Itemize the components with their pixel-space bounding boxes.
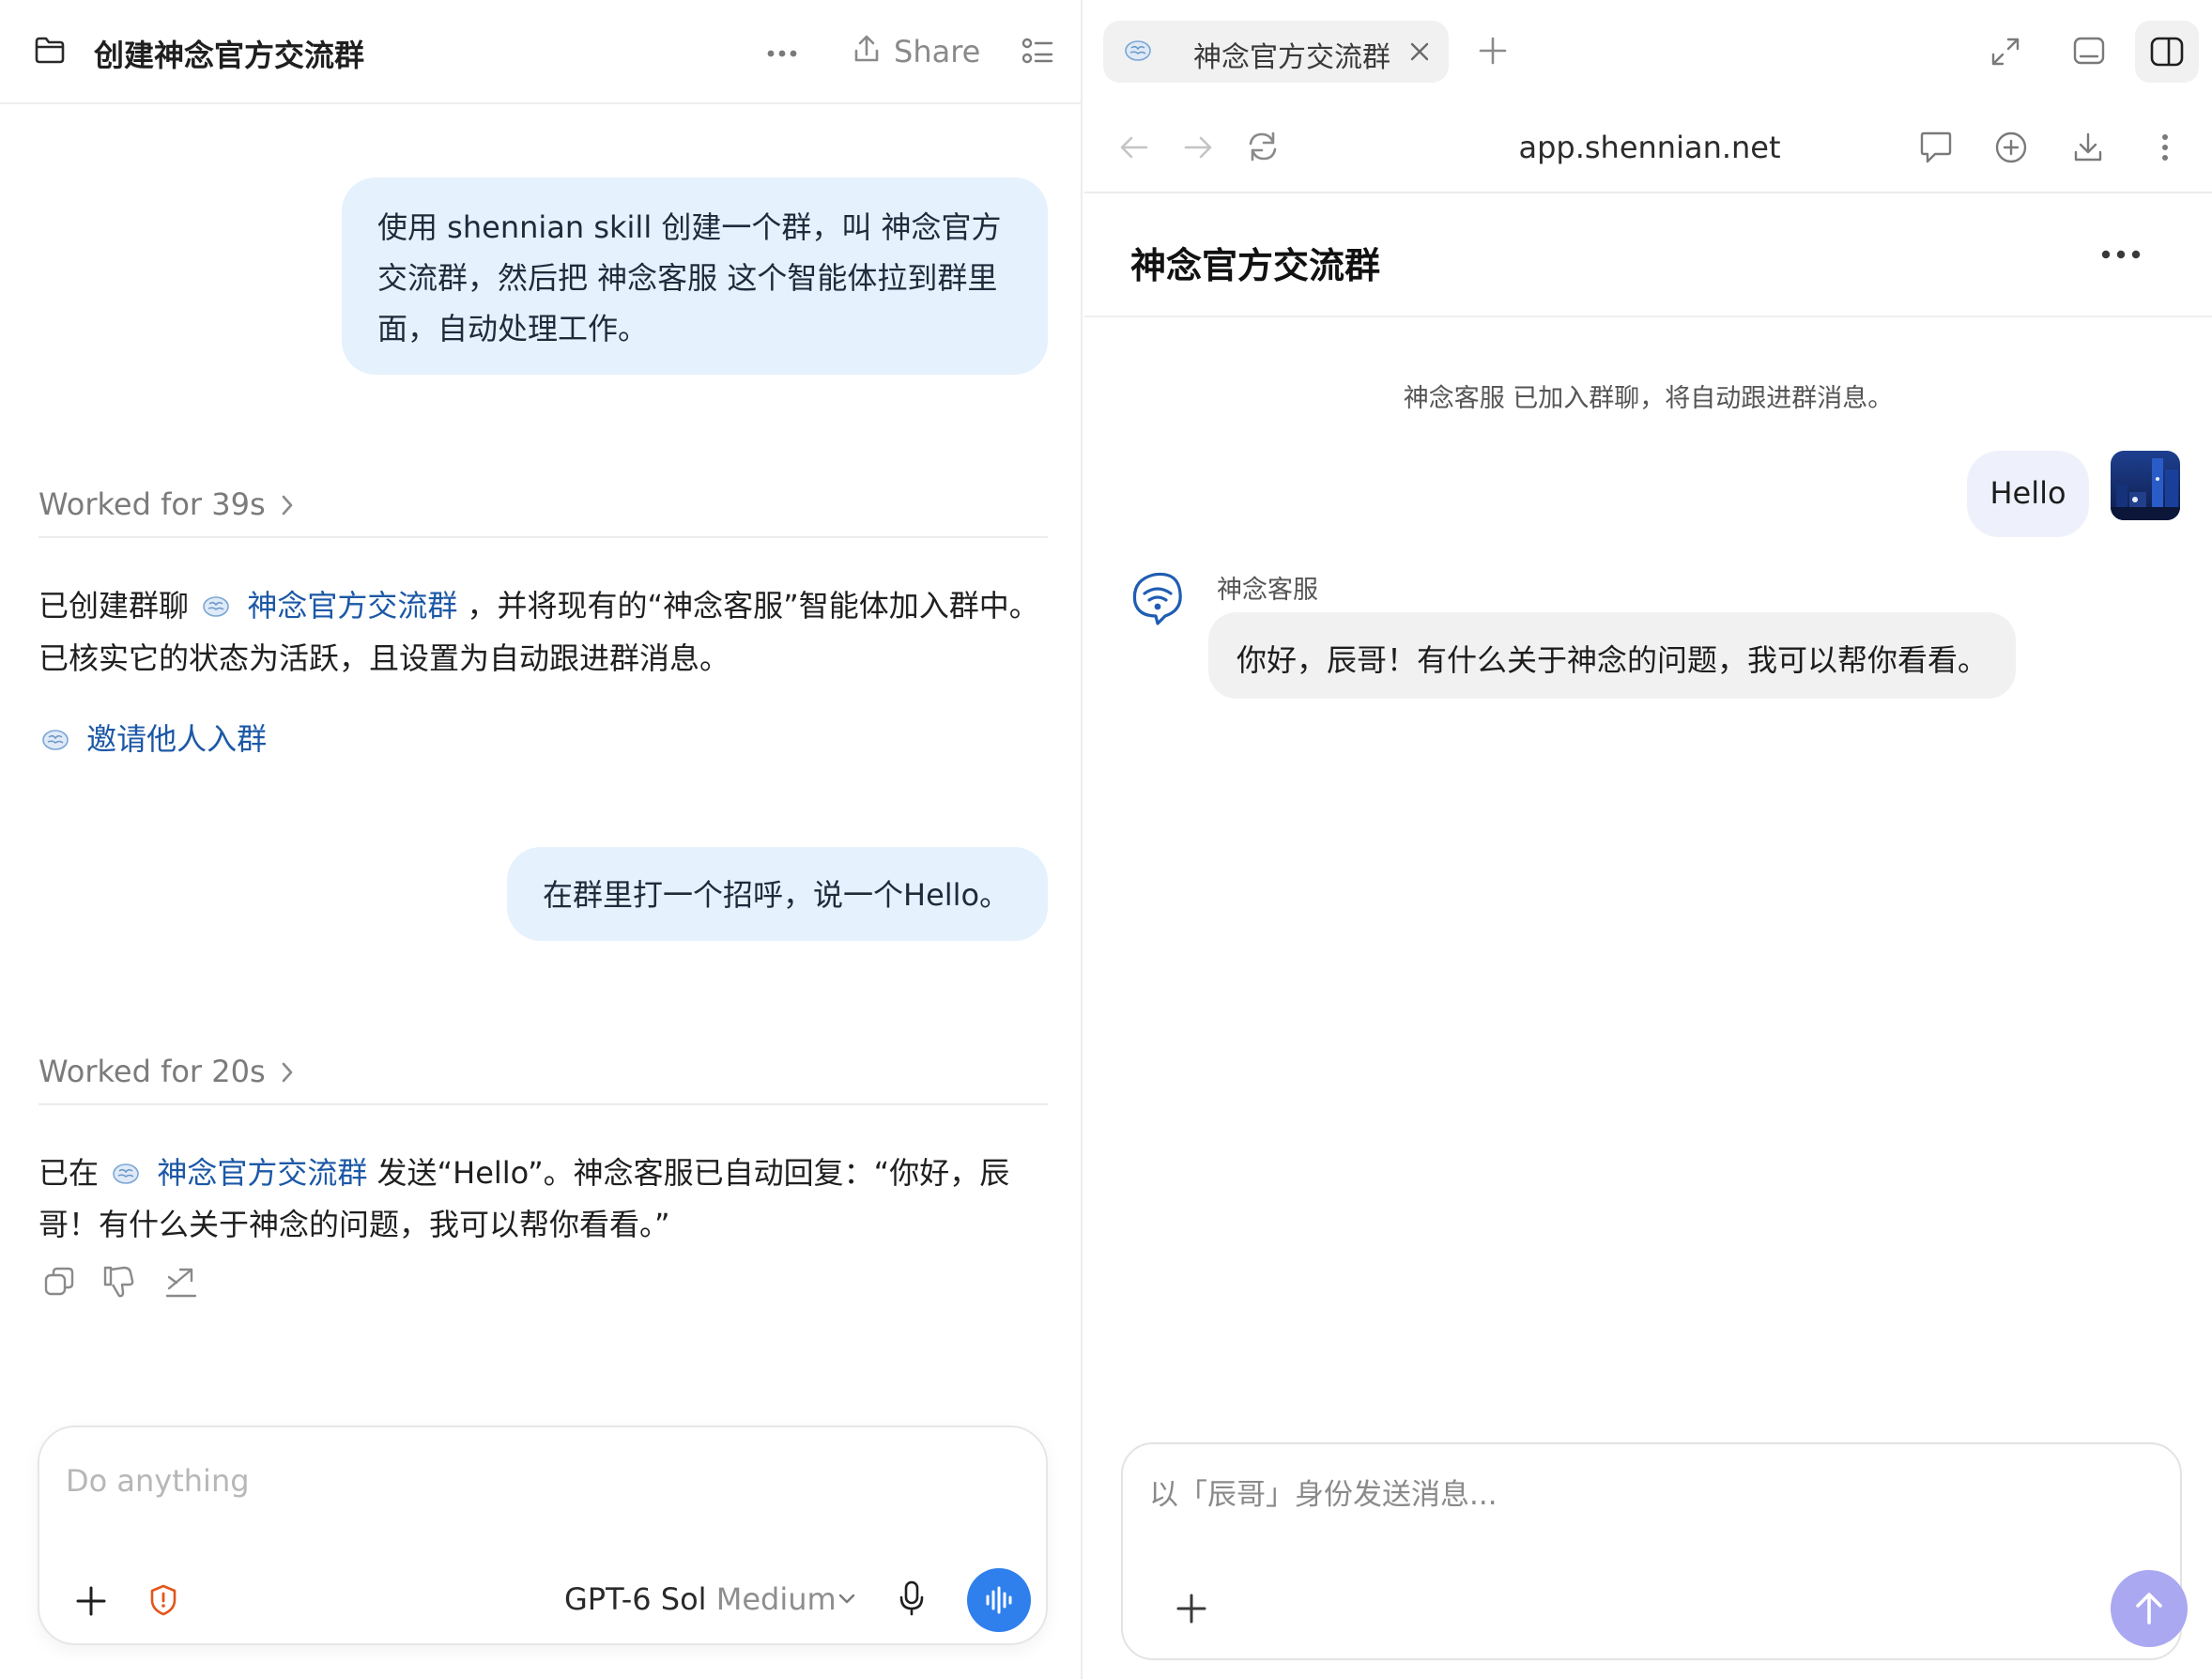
message-input[interactable] bbox=[1149, 1478, 2088, 1512]
group-composer bbox=[1121, 1442, 2188, 1660]
more-horizontal-icon[interactable] bbox=[2100, 249, 2142, 260]
composer: GPT-6 Sol Medium bbox=[38, 1425, 1048, 1645]
share-label: Share bbox=[894, 34, 981, 69]
assistant-reply-line: 已创建群聊 神念官方交流群 ，并将现有的“神念客服”智能体加入群中。 bbox=[38, 582, 1039, 625]
divider bbox=[1084, 192, 2212, 193]
brain-icon bbox=[202, 590, 230, 617]
mic-icon[interactable] bbox=[898, 1579, 926, 1617]
voice-mode-button[interactable] bbox=[967, 1568, 1031, 1632]
reply-text: 已创建群聊 bbox=[38, 588, 190, 624]
minimize-panel-icon[interactable] bbox=[2072, 36, 2106, 66]
thumbs-down-icon[interactable] bbox=[101, 1264, 137, 1300]
user-message-line: 面，自动处理工作。 bbox=[377, 311, 649, 347]
sidebar-toggle-button[interactable] bbox=[2135, 21, 2199, 83]
bot-message-bubble: 你好，辰哥！有什么关于神念的问题，我可以帮你看看。 bbox=[1208, 612, 2016, 699]
group-title: 神念官方交流群 bbox=[1130, 245, 1381, 286]
address-bar[interactable]: app.shennian.net bbox=[1484, 130, 1815, 165]
brain-icon bbox=[41, 723, 69, 750]
assistant-reply-line: 已在 神念官方交流群 发送“Hello”。神念客服已自动回复：“你好，辰 bbox=[38, 1149, 1009, 1193]
shield-alert-icon[interactable] bbox=[148, 1583, 178, 1617]
assistant-reply-line: 已核实它的状态为活跃，且设置为自动跟进群消息。 bbox=[38, 640, 730, 676]
branch-icon[interactable] bbox=[163, 1264, 199, 1300]
brain-icon bbox=[112, 1157, 140, 1184]
user-message-bubble: 在群里打一个招呼，说一个Hello。 bbox=[507, 847, 1048, 941]
model-selector[interactable]: GPT-6 Sol Medium bbox=[564, 1581, 837, 1617]
prompt-input[interactable] bbox=[66, 1463, 911, 1499]
comment-icon[interactable] bbox=[1918, 130, 1954, 165]
chat-header: 创建神念官方交流群 Share bbox=[0, 0, 1083, 104]
assistant-reply-line: 哥！有什么关于神念的问题，我可以帮你看看。” bbox=[38, 1207, 670, 1242]
expand-icon[interactable] bbox=[1989, 36, 2021, 68]
reply-text: 已在 bbox=[38, 1155, 100, 1191]
divider bbox=[1084, 316, 2212, 317]
model-name-label: GPT-6 Sol bbox=[564, 1581, 707, 1617]
send-button[interactable] bbox=[2111, 1570, 2188, 1647]
list-icon[interactable] bbox=[1022, 38, 1053, 66]
download-icon[interactable] bbox=[2072, 131, 2104, 163]
worked-disclosure[interactable]: Worked for 20s bbox=[38, 1050, 311, 1093]
send-arrow-icon bbox=[2133, 1591, 2165, 1626]
back-arrow-icon[interactable] bbox=[1118, 133, 1150, 162]
more-horizontal-icon[interactable] bbox=[766, 49, 798, 58]
user-message-line: 在群里打一个招呼，说一个Hello。 bbox=[543, 877, 1010, 913]
reply-text: 发送“Hello”。神念客服已自动回复：“你好，辰 bbox=[376, 1155, 1010, 1191]
system-message: 神念客服 已加入群聊，将自动跟进群消息。 bbox=[1403, 384, 1894, 413]
browser-tab[interactable]: 神念官方交流群 bbox=[1103, 21, 1449, 83]
add-circle-icon[interactable] bbox=[1993, 130, 2029, 165]
copy-icon[interactable] bbox=[43, 1266, 75, 1298]
divider bbox=[38, 1103, 1048, 1105]
worked-label: Worked for 20s bbox=[38, 1054, 266, 1089]
plus-icon[interactable] bbox=[75, 1585, 107, 1617]
bot-name: 神念客服 bbox=[1217, 576, 1318, 605]
invite-link[interactable]: 邀请他人入群 bbox=[41, 716, 267, 759]
user-message-line: 交流群，然后把 神念客服 这个智能体拉到群里 bbox=[377, 260, 998, 296]
group-link[interactable]: 神念官方交流群 bbox=[247, 588, 457, 624]
invite-link-label: 邀请他人入群 bbox=[86, 721, 268, 757]
chevron-right-icon bbox=[281, 1061, 294, 1084]
voice-wave-icon bbox=[984, 1586, 1014, 1614]
new-tab-plus-icon[interactable] bbox=[1479, 37, 1507, 65]
plus-icon[interactable] bbox=[1175, 1593, 1207, 1625]
folder-icon[interactable] bbox=[34, 36, 66, 64]
sidebar-toggle-icon bbox=[2149, 36, 2185, 68]
user-message-bubble: 使用 shennian skill 创建一个群，叫 神念官方 交流群，然后把 神… bbox=[342, 177, 1048, 375]
forward-arrow-icon[interactable] bbox=[1182, 133, 1214, 162]
browser-pane: 神念官方交流群 app.shennian.net 神念官方交流群 神念客服 已加… bbox=[1084, 0, 2212, 1679]
chevron-right-icon bbox=[281, 494, 294, 516]
worked-disclosure[interactable]: Worked for 39s bbox=[38, 483, 311, 526]
share-icon bbox=[853, 34, 881, 64]
tab-title: 神念官方交流群 bbox=[1193, 41, 1390, 74]
model-effort-label: Medium bbox=[715, 1581, 837, 1617]
close-icon[interactable] bbox=[1409, 41, 1430, 62]
reload-icon[interactable] bbox=[1246, 130, 1280, 163]
reply-text: ，并将现有的“神念客服”智能体加入群中。 bbox=[467, 588, 1039, 624]
bot-wifi-icon bbox=[1126, 565, 1188, 627]
divider bbox=[38, 536, 1048, 538]
chat-pane: 创建神念官方交流群 Share 使用 shennian skill 创建一个群，… bbox=[0, 0, 1083, 1679]
avatar[interactable] bbox=[2111, 451, 2180, 520]
user-message-text: Hello bbox=[1989, 475, 2066, 511]
user-message-line: 使用 shennian skill 创建一个群，叫 神念官方 bbox=[377, 209, 1002, 245]
worked-label: Worked for 39s bbox=[38, 486, 266, 522]
bot-message-text: 你好，辰哥！有什么关于神念的问题，我可以帮你看看。 bbox=[1237, 642, 1989, 678]
conversation-title: 创建神念官方交流群 bbox=[94, 38, 365, 73]
chevron-down-icon[interactable] bbox=[837, 1593, 856, 1606]
user-message-bubble: Hello bbox=[1967, 451, 2089, 537]
group-link[interactable]: 神念官方交流群 bbox=[157, 1155, 367, 1191]
brain-icon bbox=[1124, 39, 1152, 62]
more-vertical-icon[interactable] bbox=[2160, 133, 2170, 162]
